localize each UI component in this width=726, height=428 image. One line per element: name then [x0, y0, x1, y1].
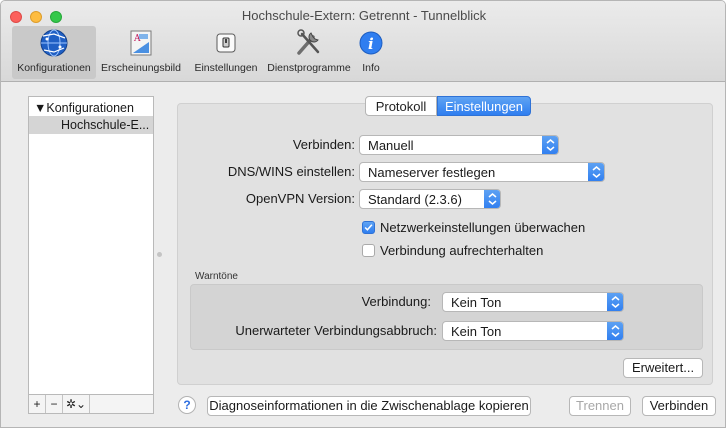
monitor-network-label: Netzwerkeinstellungen überwachen	[380, 220, 586, 235]
chevron-updown-icon	[607, 322, 623, 340]
verbinden-popup[interactable]: Manuell	[359, 135, 559, 155]
help-button[interactable]: ?	[178, 396, 196, 414]
toolbar-label: Info	[362, 62, 380, 74]
toolbar-dienstprogramme[interactable]: Dienstprogramme	[267, 26, 351, 79]
chevron-updown-icon	[588, 163, 604, 181]
chevron-updown-icon	[542, 136, 558, 154]
openvpn-version-popup-value: Standard (2.3.6)	[368, 192, 462, 207]
sound-abbruch-popup[interactable]: Kein Ton	[442, 321, 624, 341]
openvpn-version-label: OpenVPN Version:	[245, 191, 355, 206]
advanced-button[interactable]: Erweitert...	[623, 358, 703, 378]
svg-text:i: i	[368, 35, 374, 53]
toolbar-einstellungen[interactable]: Einstellungen	[185, 26, 267, 79]
chevron-updown-icon	[484, 190, 500, 208]
info-icon: i	[359, 31, 383, 55]
configurations-list: ▼Konfigurationen Hochschule-E... + − ✲⌄	[28, 96, 154, 414]
sidebar-item-hochschule[interactable]: Hochschule-E...	[29, 116, 153, 134]
toolbar-info[interactable]: i Info	[353, 26, 389, 79]
toolbar-label: Erscheinungsbild	[101, 62, 181, 74]
dns-wins-popup[interactable]: Nameserver festlegen	[359, 162, 605, 182]
sound-verbindung-label: Verbindung:	[361, 294, 431, 309]
keep-connected-label: Verbindung aufrechterhalten	[380, 243, 544, 258]
tab-einstellungen[interactable]: Einstellungen	[437, 96, 531, 116]
sound-abbruch-popup-value: Kein Ton	[451, 324, 502, 339]
sound-verbindung-popup-value: Kein Ton	[451, 295, 502, 310]
titlebar: Hochschule-Extern: Getrennt - Tunnelblic…	[1, 1, 725, 82]
window-title: Hochschule-Extern: Getrennt - Tunnelblic…	[241, 8, 487, 23]
checkbox-unchecked[interactable]	[362, 244, 375, 257]
toolbar-erscheinungsbild[interactable]: A Erscheinungsbild	[97, 26, 185, 79]
warntoene-title: Warntöne	[195, 271, 238, 282]
gear-menu-button[interactable]: ✲⌄	[63, 395, 90, 413]
add-configuration-button[interactable]: +	[29, 395, 46, 413]
toolbar-label: Einstellungen	[194, 62, 258, 74]
connect-button[interactable]: Verbinden	[642, 396, 716, 416]
appearance-icon: A	[130, 30, 152, 56]
globe-icon	[40, 29, 68, 57]
dns-wins-label: DNS/WINS einstellen:	[227, 164, 355, 179]
toolbar-label: Dienstprogramme	[267, 62, 351, 74]
verbinden-popup-value: Manuell	[368, 138, 414, 153]
dns-wins-popup-value: Nameserver festlegen	[368, 165, 496, 180]
toolbar-label: Konfigurationen	[17, 62, 91, 74]
sidebar-button-bar: + − ✲⌄	[29, 394, 153, 413]
disconnect-button[interactable]: Trennen	[569, 396, 631, 416]
sidebar-header-konfigurationen[interactable]: ▼Konfigurationen	[29, 99, 153, 117]
switch-icon	[216, 33, 236, 53]
tools-icon	[297, 29, 320, 55]
app-window: Hochschule-Extern: Getrennt - Tunnelblic…	[0, 0, 726, 428]
sound-abbruch-label: Unerwarteter Verbindungsabbruch:	[235, 323, 437, 338]
openvpn-version-popup[interactable]: Standard (2.3.6)	[359, 189, 501, 209]
toolbar-konfigurationen[interactable]: Konfigurationen	[12, 26, 96, 79]
verbinden-label: Verbinden:	[292, 137, 355, 152]
copy-diagnostics-button[interactable]: Diagnoseinformationen in die Zwischenabl…	[207, 396, 531, 416]
checkbox-checked[interactable]	[362, 221, 375, 234]
chevron-updown-icon	[607, 293, 623, 311]
sound-verbindung-popup[interactable]: Kein Ton	[442, 292, 624, 312]
checkmark-icon	[364, 224, 373, 231]
remove-configuration-button[interactable]: −	[46, 395, 63, 413]
split-view-handle[interactable]	[157, 252, 162, 257]
tab-protokoll[interactable]: Protokoll	[365, 96, 437, 116]
